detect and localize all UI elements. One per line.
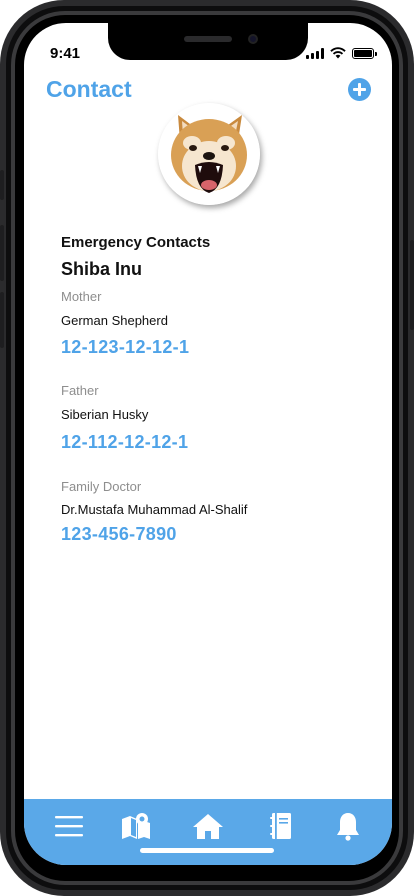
contact-name: Dr.Mustafa Muhammad Al-Shalif bbox=[61, 502, 248, 517]
contact-relation-label: Father bbox=[61, 383, 99, 398]
mute-switch bbox=[0, 170, 4, 200]
speaker-grille bbox=[184, 36, 232, 42]
contact-phone-link[interactable]: 123-456-7890 bbox=[61, 524, 177, 545]
contact-name: German Shepherd bbox=[61, 313, 168, 328]
wifi-icon bbox=[330, 47, 346, 59]
cellular-signal-icon bbox=[306, 47, 324, 59]
contact-name: Siberian Husky bbox=[61, 407, 149, 422]
battery-icon bbox=[352, 47, 377, 59]
notebook-icon bbox=[270, 813, 291, 839]
home-icon bbox=[193, 814, 223, 839]
status-time: 9:41 bbox=[50, 45, 81, 62]
pet-name: Shiba Inu bbox=[61, 259, 142, 279]
page-title: Contact bbox=[46, 76, 132, 102]
menu-icon bbox=[55, 816, 83, 837]
tab-menu[interactable] bbox=[52, 809, 86, 843]
section-title: Emergency Contacts bbox=[61, 234, 211, 251]
volume-up-button bbox=[0, 225, 4, 281]
home-indicator[interactable] bbox=[140, 848, 274, 853]
contact-phone-link[interactable]: 12-123-12-12-1 bbox=[61, 337, 189, 358]
tab-notebook[interactable] bbox=[264, 809, 298, 843]
add-contact-button[interactable] bbox=[348, 78, 371, 101]
shiba-inu-photo bbox=[158, 103, 260, 205]
tab-notifications[interactable] bbox=[331, 809, 365, 843]
tab-home[interactable] bbox=[191, 809, 225, 843]
tab-map[interactable] bbox=[119, 809, 153, 843]
notch bbox=[108, 23, 308, 60]
volume-down-button bbox=[0, 292, 4, 348]
power-button bbox=[410, 240, 414, 330]
map-icon bbox=[122, 813, 150, 839]
contact-phone-link[interactable]: 12-112-12-12-1 bbox=[61, 432, 188, 453]
bottom-tab-bar bbox=[24, 799, 392, 865]
bell-icon bbox=[337, 813, 359, 841]
pet-avatar bbox=[158, 103, 260, 205]
status-icons bbox=[306, 47, 377, 59]
contact-relation-label: Family Doctor bbox=[61, 479, 142, 494]
app-screen: 9:41 Contact Emergency Contacts Shiba In… bbox=[24, 23, 392, 865]
front-camera bbox=[248, 34, 258, 44]
contact-relation-label: Mother bbox=[61, 289, 102, 304]
